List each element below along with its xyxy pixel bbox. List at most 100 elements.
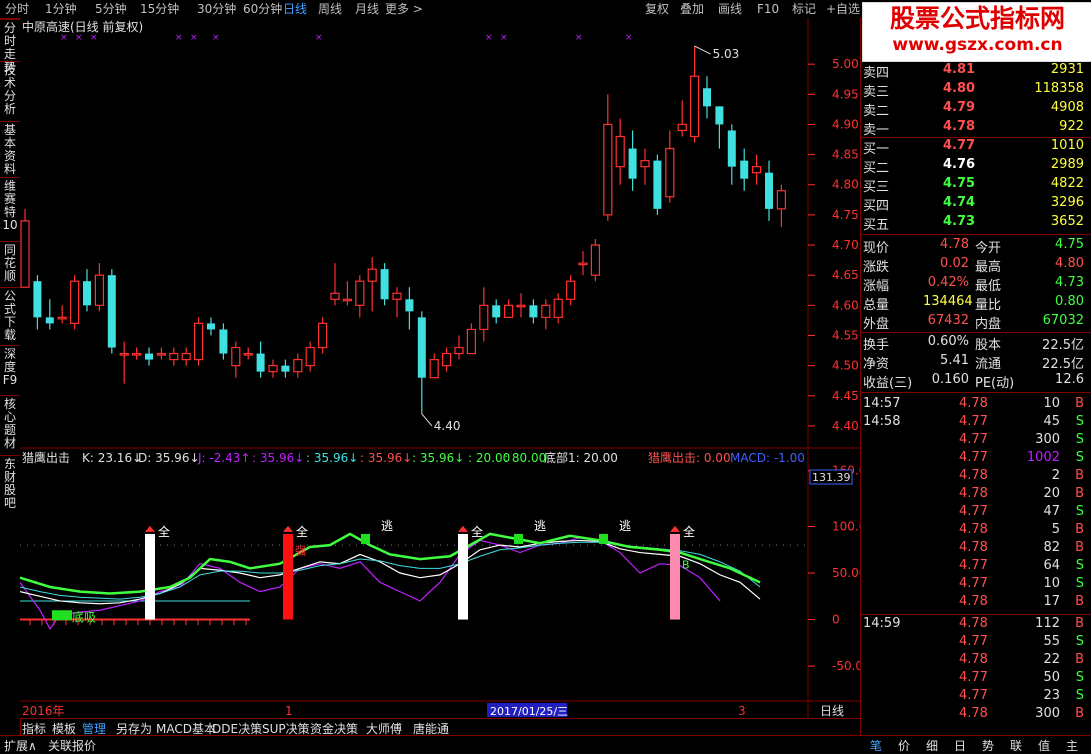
candle-body (776, 190, 787, 210)
signal-marker: × (75, 33, 83, 43)
indicator-header-item: J: -2.43↑ (197, 451, 251, 465)
candle-body (751, 166, 762, 174)
toolbar-button-4[interactable]: 标记 (792, 1, 816, 17)
tab-9[interactable]: 更多 > (385, 1, 423, 17)
toolbar-button-1[interactable]: 叠加 (680, 1, 704, 17)
order-book-row: 买二 4.76 2989 (861, 157, 1091, 176)
order-book-row: 买三 4.75 4822 (861, 176, 1091, 195)
tab-3[interactable]: 15分钟 (140, 1, 179, 17)
status-tab-1[interactable]: 关联报价 (48, 737, 96, 754)
candle-body (603, 123, 613, 216)
candle-body (492, 305, 501, 318)
side-tab-4[interactable]: 同花顺 (2, 244, 18, 283)
signal-marker: × (175, 33, 183, 43)
signal-marker: × (190, 33, 198, 43)
tab-2[interactable]: 5分钟 (95, 1, 127, 17)
quote-row: 现价 4.78 今开 4.75 (861, 237, 1091, 256)
price-tick-label: 4.55 (832, 328, 859, 342)
side-tab-6[interactable]: 深度F9 (2, 348, 18, 387)
candle-body (20, 220, 30, 288)
tick-volume: 5 (1051, 522, 1060, 537)
candle-body (429, 358, 439, 379)
tick-row: 4.77 1002 S (861, 450, 1091, 468)
side-tab-1[interactable]: 技术分析 (2, 64, 18, 116)
panel-tab-5[interactable]: 联 (1010, 737, 1022, 754)
panel-tab-4[interactable]: 势 (982, 737, 994, 754)
tick-volume: 64 (1043, 558, 1060, 573)
candle-body (145, 353, 153, 360)
quote-row: 外盘 67432 内盘 67032 (861, 313, 1091, 332)
tab-0[interactable]: 分时 (5, 1, 29, 17)
quote-value: 0.02 (940, 256, 969, 271)
escape-marker (599, 533, 608, 544)
section-divider (861, 332, 1091, 333)
side-tab-5[interactable]: 公式下载 (2, 290, 18, 342)
signal-label-strong: 强 (295, 544, 306, 557)
candle-body (156, 352, 166, 356)
toolbar-button-2[interactable]: 画线 (718, 1, 742, 17)
tick-side: S (1075, 688, 1084, 703)
main-chart[interactable]: 中原高速(日线 前复权) 5.00 4.95 4.90 4.85 4.80 4.75 4.70… (20, 18, 860, 718)
order-volume: 1010 (1050, 138, 1084, 153)
date-left: 2016年 (22, 704, 65, 718)
candle-body (330, 292, 340, 300)
tick-side: B (1075, 706, 1084, 721)
candle-body (83, 281, 91, 306)
quote-label: PE(动) (975, 376, 1015, 391)
panel-tab-2[interactable]: 细 (926, 737, 938, 754)
tab-7[interactable]: 周线 (318, 1, 342, 17)
quote-value: 22.5亿 (1042, 357, 1084, 372)
section-divider (861, 392, 1091, 393)
signal-label-all: 全 (471, 524, 483, 539)
tick-price: 4.78 (959, 652, 988, 667)
tab-5[interactable]: 60分钟 (243, 1, 282, 17)
panel-tab-6[interactable]: 值 (1038, 737, 1050, 754)
order-price: 4.75 (943, 176, 976, 191)
tick-row: 4.78 300 B (861, 706, 1091, 724)
tab-4[interactable]: 30分钟 (197, 1, 236, 17)
candle-body (516, 304, 526, 308)
tick-row: 4.77 50 S (861, 670, 1091, 688)
side-tab-2[interactable]: 基本资料 (2, 124, 18, 176)
tick-price: 4.78 (959, 522, 988, 537)
panel-tab-0[interactable]: 笔 (870, 737, 882, 754)
quote-value: 4.80 (1055, 256, 1084, 271)
candle-body (293, 358, 303, 373)
tick-row: 4.77 64 S (861, 558, 1091, 576)
order-volume: 2989 (1050, 157, 1084, 172)
tab-8[interactable]: 月线 (355, 1, 379, 17)
side-tab-8[interactable]: 东财股吧 (2, 458, 18, 510)
panel-tab-7[interactable]: 主 (1066, 737, 1078, 754)
tick-row: 4.77 10 S (861, 576, 1091, 594)
panel-tab-3[interactable]: 日 (954, 737, 966, 754)
indicator-tick-label: 0 (832, 613, 840, 627)
toolbar-button-0[interactable]: 复权 (645, 1, 669, 17)
status-tab-0[interactable]: 扩展∧ (4, 737, 37, 754)
candle-body (256, 353, 265, 372)
signal-marker: × (485, 33, 493, 43)
date-mid: 1 (285, 704, 293, 718)
toolbar-button-5[interactable]: +自选 (826, 1, 860, 17)
candle-body (268, 365, 278, 373)
tick-row: 14:57 4.78 10 B (861, 396, 1091, 414)
tick-volume: 10 (1043, 576, 1060, 591)
tick-row: 14:59 4.78 112 B (861, 616, 1091, 634)
status-bar: 扩展∧ 关联报价 笔价细日势联值主 (0, 735, 1091, 754)
tab-1[interactable]: 1分钟 (45, 1, 77, 17)
tab-6[interactable]: 日线 (283, 1, 307, 17)
period-label: 日线 (820, 704, 844, 718)
order-level-label: 卖四 (863, 66, 890, 81)
side-tab-7[interactable]: 核心题材 (2, 398, 18, 450)
side-tab-3[interactable]: 维赛特10 (2, 180, 18, 232)
tick-price: 4.78 (959, 486, 988, 501)
price-tick-label: 4.85 (832, 148, 859, 162)
tick-volume: 1002 (1026, 450, 1060, 465)
signal-label-all: 全 (683, 524, 695, 539)
tick-price: 4.77 (959, 504, 988, 519)
toolbar-button-3[interactable]: F10 (757, 1, 779, 17)
panel-tab-1[interactable]: 价 (898, 737, 910, 754)
order-price: 4.73 (943, 214, 976, 229)
indicator-header-item: 底部1: 20.00 (544, 450, 618, 465)
candle-body (243, 352, 253, 356)
quote-row: 收益(三) 0.160 PE(动) 12.6 (861, 372, 1091, 391)
